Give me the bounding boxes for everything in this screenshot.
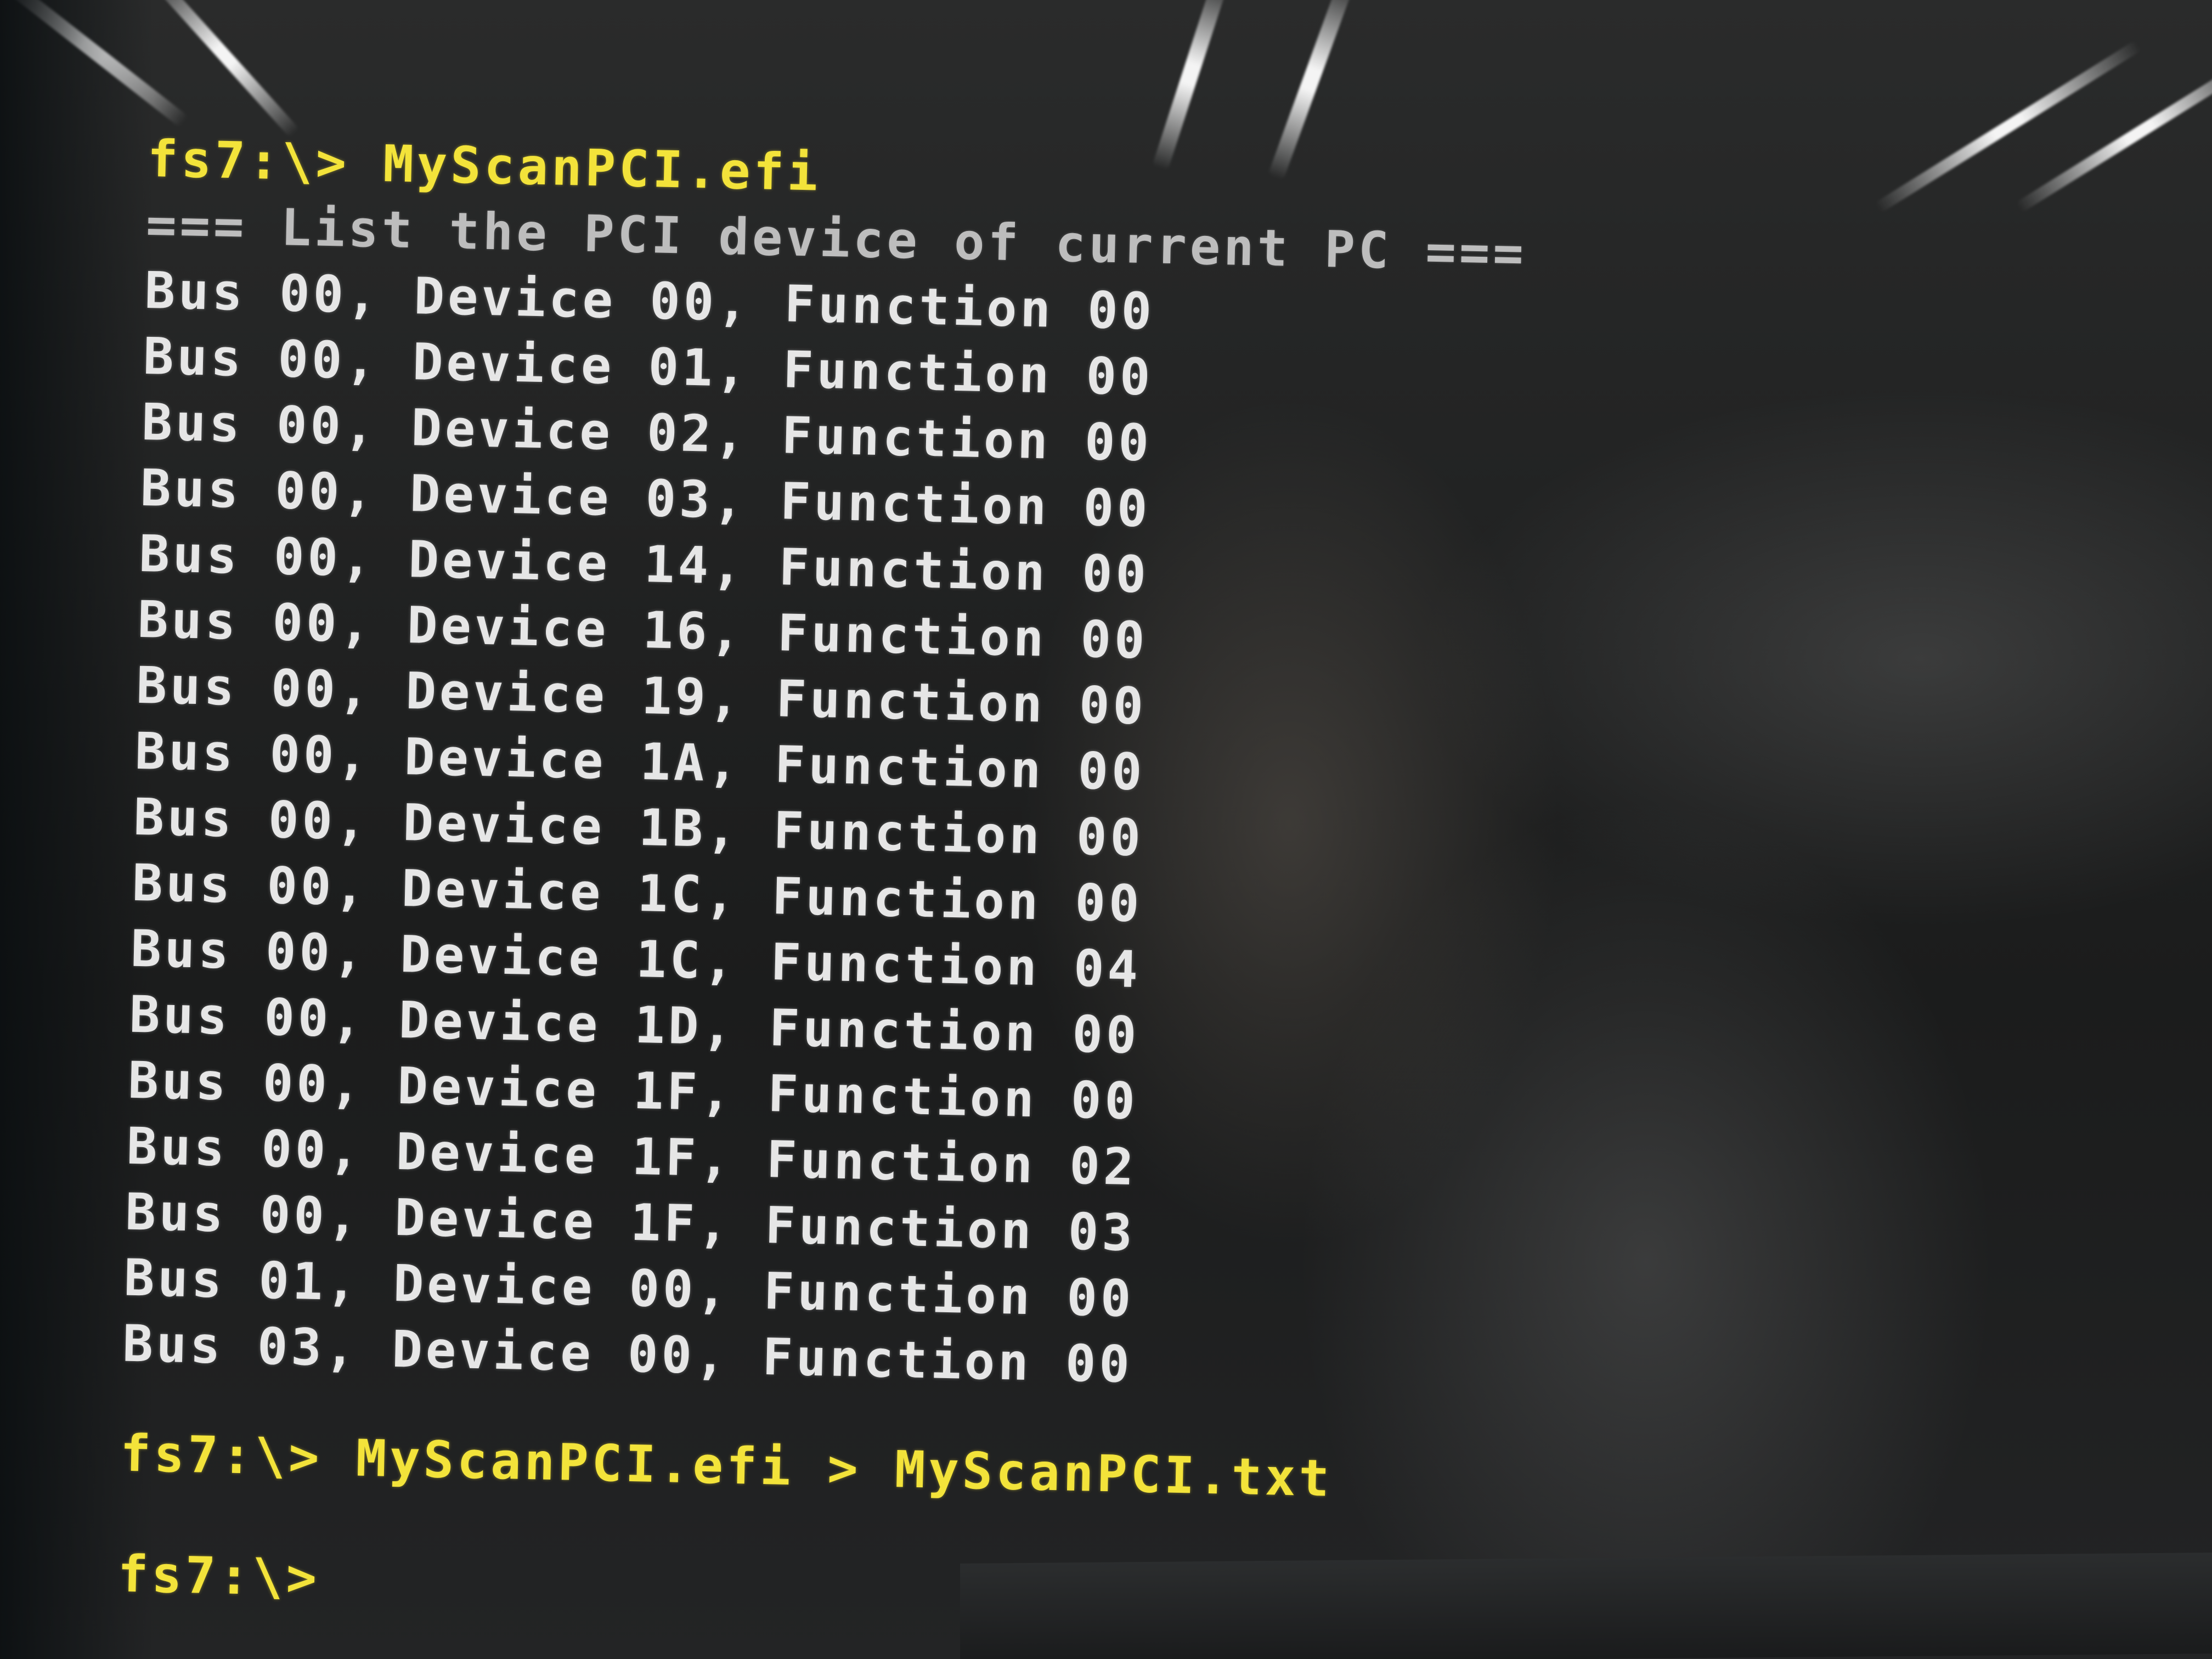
ceiling-light-reflection xyxy=(1152,0,1229,171)
uefi-shell-terminal[interactable]: fs7:\> MyScanPCI.efi === List the PCI de… xyxy=(117,126,1793,1641)
shell-prompt: fs7:\> xyxy=(146,129,351,193)
ceiling-light-reflection xyxy=(2015,51,2212,213)
shell-prompt: fs7:\> xyxy=(120,1424,323,1487)
shell-prompt: fs7:\> xyxy=(117,1544,321,1608)
monitor-screen-photo: fs7:\> MyScanPCI.efi === List the PCI de… xyxy=(0,0,2212,1659)
command-text: MyScanPCI.efi xyxy=(382,134,822,202)
ceiling-light-reflection xyxy=(1874,40,2142,213)
ceiling-light-reflection xyxy=(150,0,300,138)
